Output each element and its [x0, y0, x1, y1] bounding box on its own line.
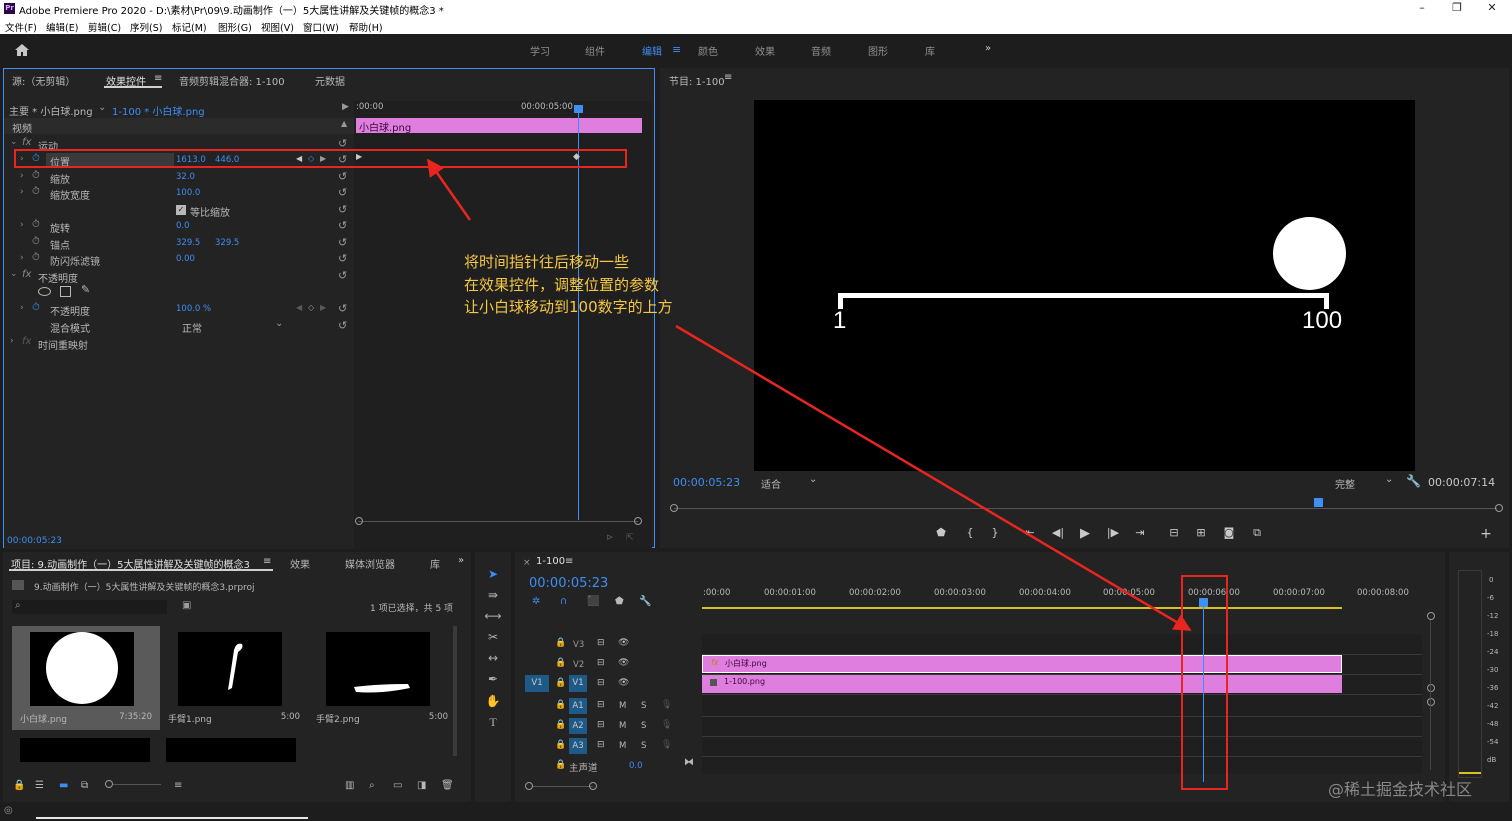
watermark-text: @稀土掘金技术社区	[1328, 780, 1473, 799]
annotation-arrows	[426, 158, 1192, 632]
arrow-to-position	[426, 158, 472, 221]
arrow-to-playhead	[675, 324, 1192, 632]
